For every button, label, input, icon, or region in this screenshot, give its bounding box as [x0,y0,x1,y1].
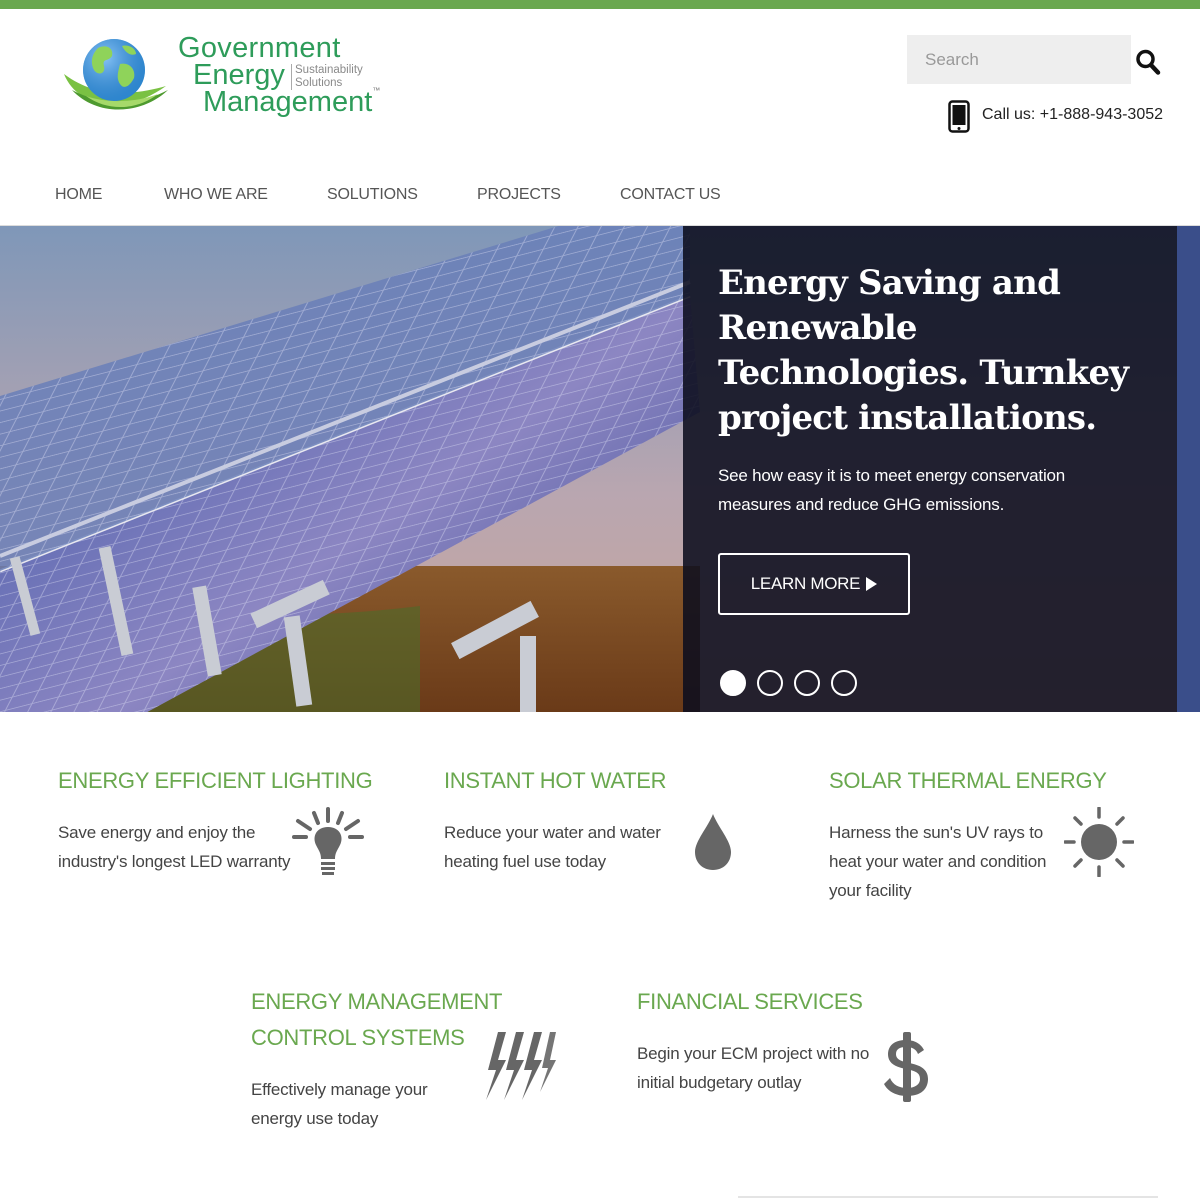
feature-description: Harness the sun's UV rays to heat your w… [829,823,1047,900]
feature-title[interactable]: INSTANT HOT WATER [444,763,774,799]
call-us-phone[interactable]: Call us: +1-888-943-3052 [982,106,1163,124]
feature-title[interactable]: FINANCIAL SERVICES [637,984,967,1020]
feature-solar-thermal-energy: SOLAR THERMAL ENERGY Harness the sun's U… [829,763,1159,923]
feature-instant-hot-water: INSTANT HOT WATER Reduce your water and … [444,763,774,903]
slider-dot-1[interactable] [720,670,746,696]
slider-dot-3[interactable] [794,670,820,696]
logo-text-management: Management™ [203,86,380,119]
logo-text-management-word: Management [203,86,373,118]
nav-contact-us[interactable]: CONTACT US [620,186,721,204]
nav-who-we-are[interactable]: WHO WE ARE [164,186,268,204]
lightbulb-icon [292,807,364,875]
search-icon[interactable] [1134,47,1162,77]
footer-divider [738,1196,1158,1198]
feature-description: Effectively manage your energy use today [251,1080,428,1128]
logo-tagline-line1: Sustainability [295,64,363,76]
feature-description: Reduce your water and water heating fuel… [444,823,661,871]
hero-title: Energy Saving and Renewable Technologies… [718,263,1129,438]
feature-energy-management-control-systems: ENERGY MANAGEMENT CONTROL SYSTEMS Effect… [251,984,581,1144]
slider-dot-4[interactable] [831,670,857,696]
feature-title[interactable]: ENERGY EFFICIENT LIGHTING [58,763,388,799]
search-input[interactable] [907,35,1131,84]
hero-slider: Energy Saving and Renewable Technologies… [0,226,1200,712]
hero-subtitle: See how easy it is to meet energy conser… [718,466,1066,514]
top-accent-bar [0,0,1200,9]
mobile-phone-icon [948,100,970,133]
feature-financial-services: FINANCIAL SERVICES Begin your ECM projec… [637,984,967,1124]
lightning-bolts-icon [486,1032,556,1100]
water-drop-icon [695,814,731,870]
logo-trademark: ™ [372,86,381,95]
hero-caption-panel: Energy Saving and Renewable Technologies… [683,226,1177,712]
dollar-icon [884,1032,928,1102]
sun-icon [1064,807,1134,877]
nav-home[interactable]: HOME [55,186,102,204]
globe-leaf-logo-icon [64,39,168,110]
site-logo[interactable]: Government Energy Sustainability Solutio… [58,30,408,125]
learn-more-label: LEARN MORE [750,574,861,593]
nav-projects[interactable]: PROJECTS [477,186,561,204]
slider-dot-2[interactable] [757,670,783,696]
learn-more-button[interactable]: LEARN MORE [718,553,910,615]
play-arrow-icon [866,577,878,591]
feature-description: Begin your ECM project with no initial b… [637,1044,870,1092]
feature-title-line1[interactable]: ENERGY MANAGEMENT [251,984,581,1020]
nav-solutions[interactable]: SOLUTIONS [327,186,418,204]
feature-description: Save energy and enjoy the industry's lon… [58,823,291,871]
feature-energy-efficient-lighting: ENERGY EFFICIENT LIGHTING Save energy an… [58,763,388,903]
feature-title[interactable]: SOLAR THERMAL ENERGY [829,763,1159,799]
